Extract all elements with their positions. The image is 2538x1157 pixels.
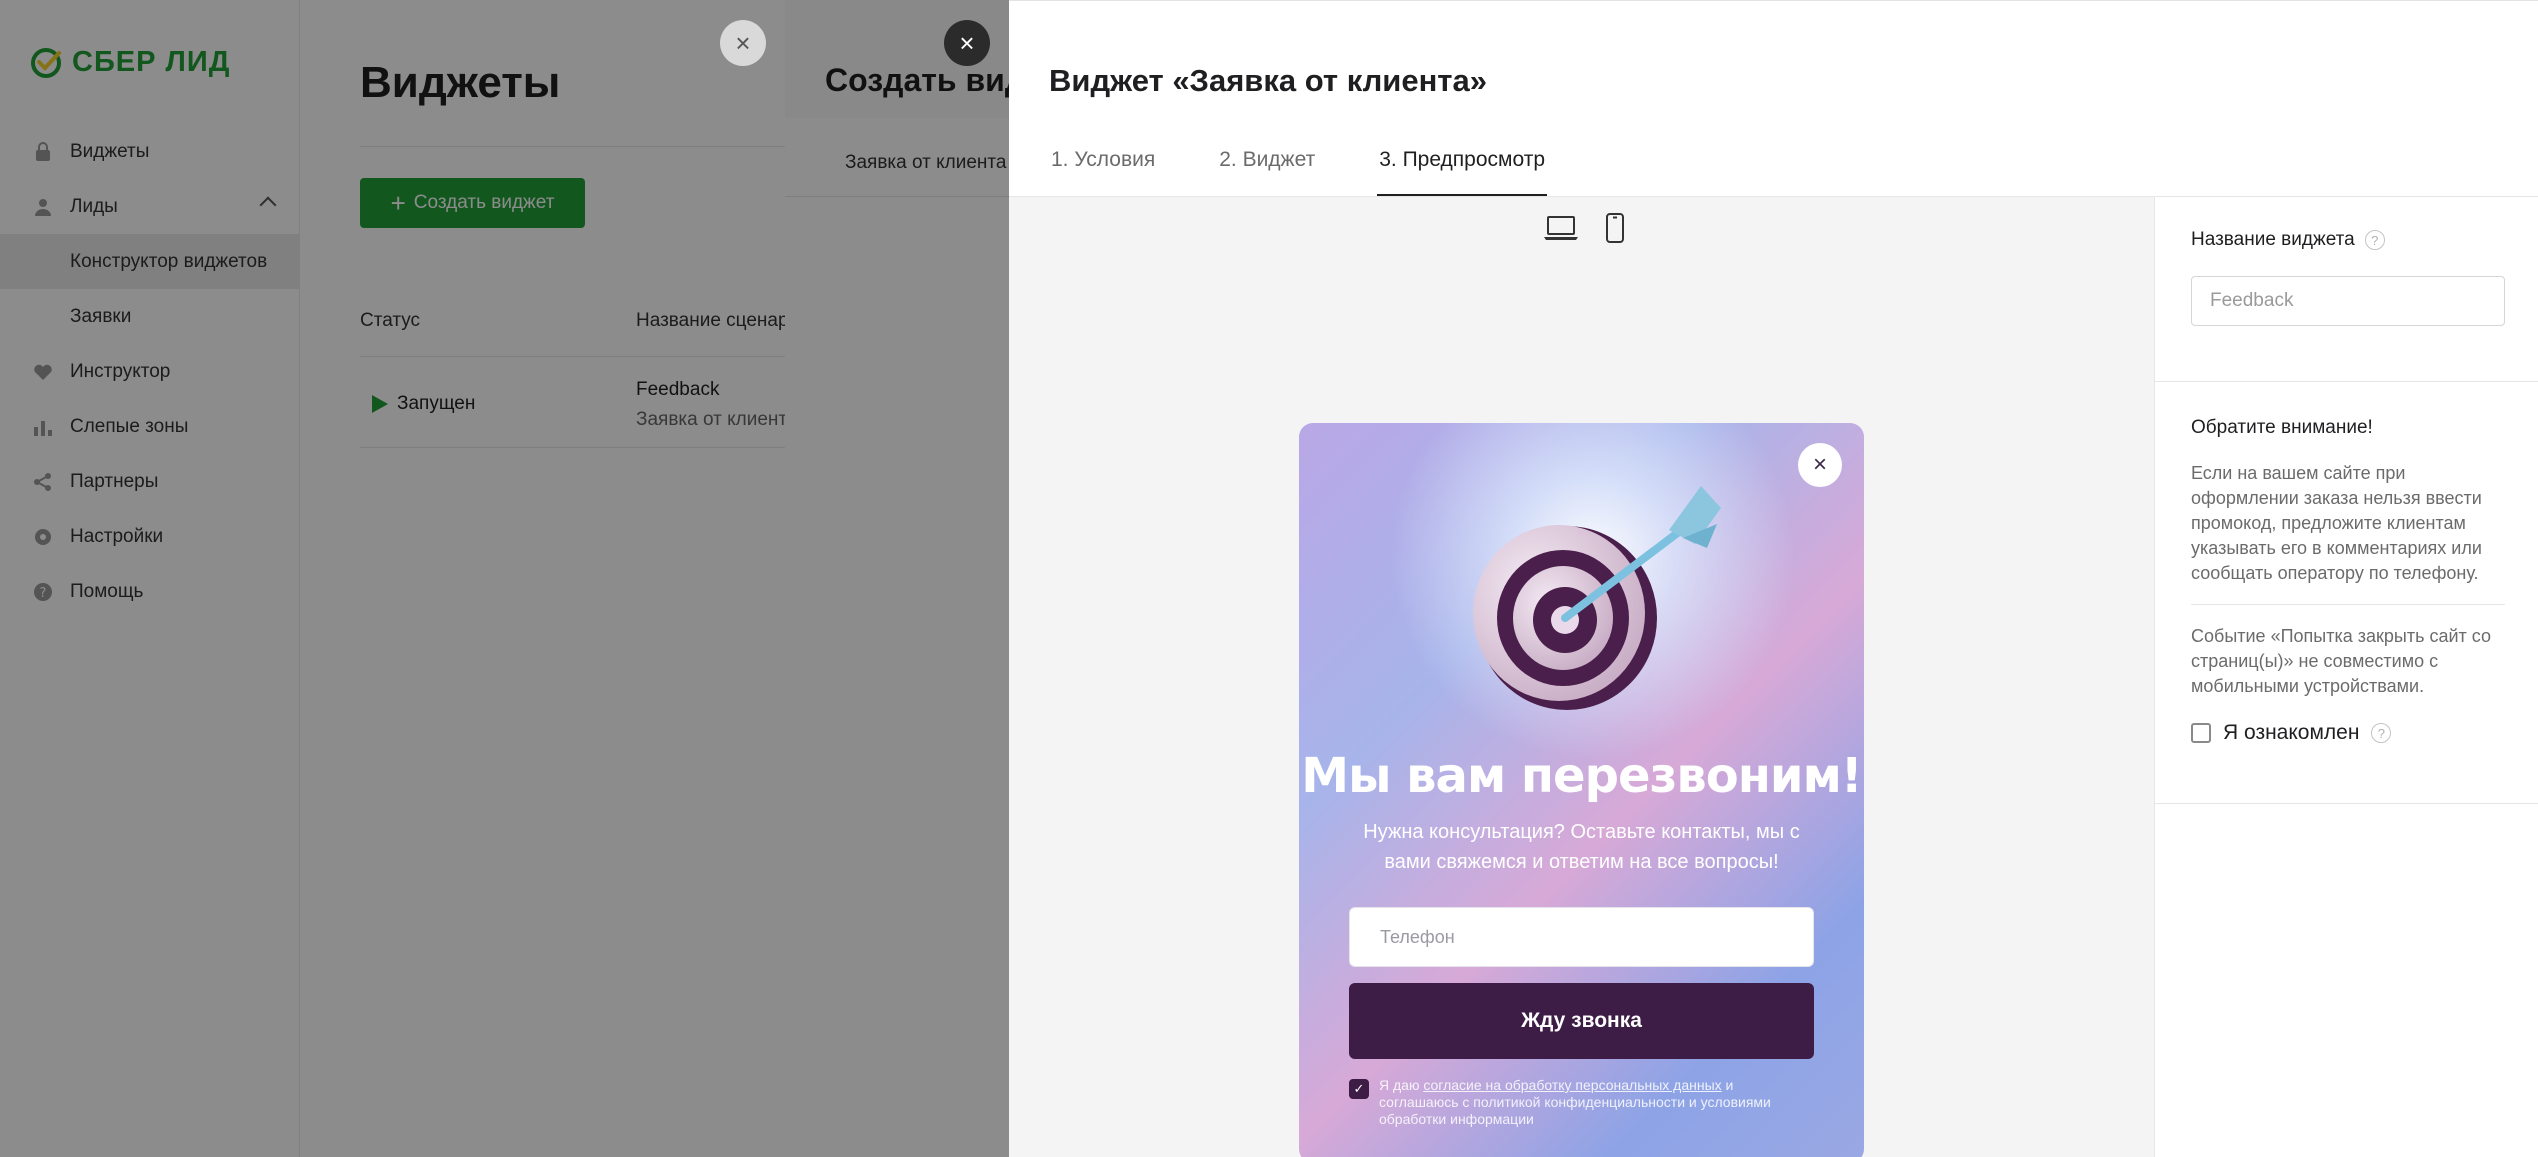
ack-label: Я ознакомлен bbox=[2223, 721, 2360, 744]
divider bbox=[2155, 381, 2538, 382]
note-text-2: Событие «Попытка закрыть сайт со страниц… bbox=[2191, 626, 2491, 696]
target-arrow-illustration bbox=[1473, 486, 1721, 710]
phone-input[interactable]: Телефон bbox=[1349, 907, 1814, 967]
help-icon[interactable]: ? bbox=[2371, 723, 2392, 743]
close-panel-button[interactable]: × bbox=[944, 20, 990, 66]
note-title: Обратите внимание! bbox=[2191, 417, 2373, 438]
widget-name-label: Название виджета ? bbox=[2191, 229, 2385, 251]
settings-panel: Название виджета ? Feedback Обратите вни… bbox=[2154, 197, 2538, 1157]
ack-checkbox[interactable] bbox=[2191, 723, 2211, 743]
consent-link[interactable]: согласие на обработку персональных данны… bbox=[1423, 1077, 1721, 1093]
widget-name-input[interactable]: Feedback bbox=[2191, 276, 2505, 326]
tab-preview[interactable]: 3. Предпросмотр bbox=[1377, 146, 1547, 196]
close-icon: × bbox=[735, 27, 751, 58]
note-text: Если на вашем сайте при оформлении заказ… bbox=[2191, 463, 2482, 583]
preview-area: × Мы вам перезвоним! Нужна консультация?… bbox=[1009, 197, 2154, 1157]
divider bbox=[2191, 604, 2505, 605]
consent-prefix: Я даю bbox=[1379, 1077, 1424, 1093]
widget-preview-panel: Виджет «Заявка от клиента» 1. Условия 2.… bbox=[1009, 0, 2538, 1157]
check-icon: ✓ bbox=[1353, 1081, 1365, 1096]
ack-checkbox-row[interactable]: Я ознакомлен ? bbox=[2191, 721, 2392, 745]
consent-text: Я даю согласие на обработку персональных… bbox=[1379, 1077, 1814, 1128]
panel-title: Виджет «Заявка от клиента» bbox=[1049, 63, 1487, 98]
tab-conditions[interactable]: 1. Условия bbox=[1049, 146, 1157, 196]
mobile-view-button[interactable] bbox=[1597, 211, 1633, 245]
submit-button[interactable]: Жду звонка bbox=[1349, 983, 1814, 1059]
desktop-view-button[interactable] bbox=[1543, 211, 1579, 245]
close-icon: × bbox=[1812, 451, 1827, 478]
help-icon[interactable]: ? bbox=[2364, 230, 2385, 250]
widget-close-button[interactable]: × bbox=[1798, 443, 1842, 487]
close-outer-panel-button[interactable]: × bbox=[720, 20, 766, 66]
widget-heading: Мы вам перезвоним! bbox=[1301, 748, 1862, 804]
laptop-icon bbox=[1544, 216, 1578, 240]
smartphone-icon bbox=[1606, 213, 1624, 243]
consent-checkbox[interactable]: ✓ bbox=[1349, 1079, 1369, 1099]
tabs: 1. Условия 2. Виджет 3. Предпросмотр bbox=[1049, 146, 1607, 196]
divider bbox=[2155, 803, 2538, 804]
widget-subtitle: Нужна консультация? Оставьте контакты, м… bbox=[1363, 821, 1800, 873]
device-switch bbox=[1543, 211, 1633, 245]
tab-widget[interactable]: 2. Виджет bbox=[1217, 146, 1317, 196]
widget-popup: × Мы вам перезвоним! Нужна консультация?… bbox=[1299, 423, 1864, 1157]
widget-name-label-text: Название виджета bbox=[2191, 229, 2355, 250]
close-icon: × bbox=[959, 27, 975, 58]
consent: ✓ Я даю согласие на обработку персональн… bbox=[1349, 1077, 1814, 1128]
